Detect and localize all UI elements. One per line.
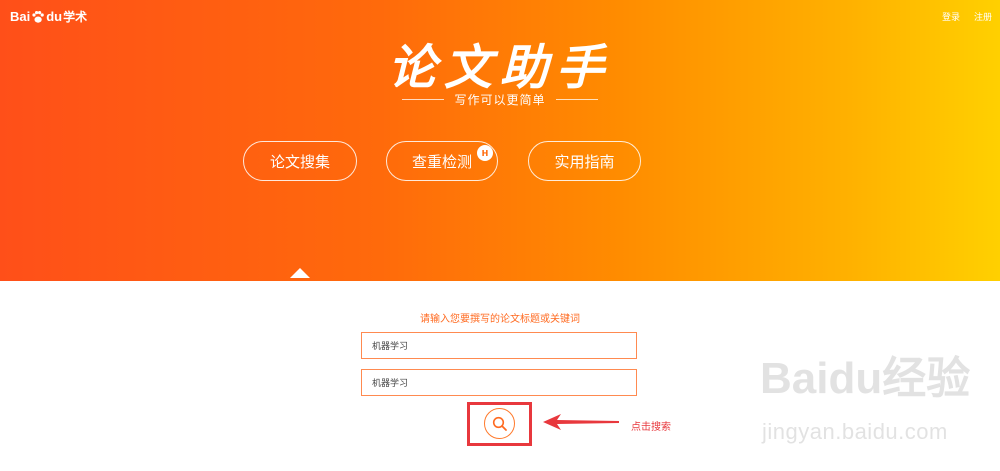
logo-text-xueshu: 学术 bbox=[63, 10, 88, 24]
watermark-brand-text: Baidu经验 bbox=[760, 354, 971, 403]
hero-banner: Bai du 学术 登录 注册 论文助手 写作可以更简单 论文搜集 查重检测 H… bbox=[0, 0, 1000, 281]
page: Bai du 学术 登录 注册 论文助手 写作可以更简单 论文搜集 查重检测 H… bbox=[0, 0, 1000, 471]
search-icon bbox=[492, 416, 507, 431]
subtitle-divider-right bbox=[555, 99, 598, 100]
top-nav: 登录 注册 bbox=[942, 10, 992, 23]
subtitle-row: 写作可以更简单 bbox=[0, 91, 1000, 108]
page-title: 论文助手 bbox=[387, 40, 612, 96]
watermark-brand: Baidu经验 bbox=[760, 357, 970, 401]
plagiarism-check-button[interactable]: 查重检测 H bbox=[386, 141, 498, 181]
paper-collection-label: 论文搜集 bbox=[269, 152, 330, 171]
practical-guide-button[interactable]: 实用指南 bbox=[528, 141, 641, 181]
title-input[interactable] bbox=[361, 332, 637, 359]
subtitle: 写作可以更简单 bbox=[454, 93, 546, 107]
baidu-xueshu-logo[interactable]: Bai du 学术 bbox=[10, 8, 87, 25]
search-button[interactable] bbox=[484, 408, 515, 439]
plagiarism-check-label: 查重检测 bbox=[411, 152, 472, 171]
logo-text-du: du bbox=[46, 9, 63, 24]
active-tab-pointer bbox=[290, 268, 310, 278]
watermark-url: jingyan.baidu.com bbox=[762, 419, 948, 444]
paper-collection-button[interactable]: 论文搜集 bbox=[243, 141, 357, 181]
login-link[interactable]: 登录 bbox=[942, 10, 960, 23]
register-link[interactable]: 注册 bbox=[974, 10, 992, 23]
logo-text-bai: Bai bbox=[10, 9, 31, 24]
keyword-input[interactable] bbox=[361, 369, 637, 396]
form-prompt: 请输入您要撰写的论文标题或关键词 bbox=[420, 314, 580, 325]
subtitle-divider-left bbox=[402, 99, 445, 100]
practical-guide-label: 实用指南 bbox=[554, 152, 615, 171]
baidu-jingyan-watermark: Baidu经验 jingyan.baidu.com bbox=[760, 357, 996, 457]
paw-icon bbox=[32, 10, 45, 23]
hot-badge: H bbox=[477, 145, 493, 161]
annotation-arrow-icon bbox=[543, 414, 619, 430]
annotation-label: 点击搜索 bbox=[631, 422, 671, 433]
